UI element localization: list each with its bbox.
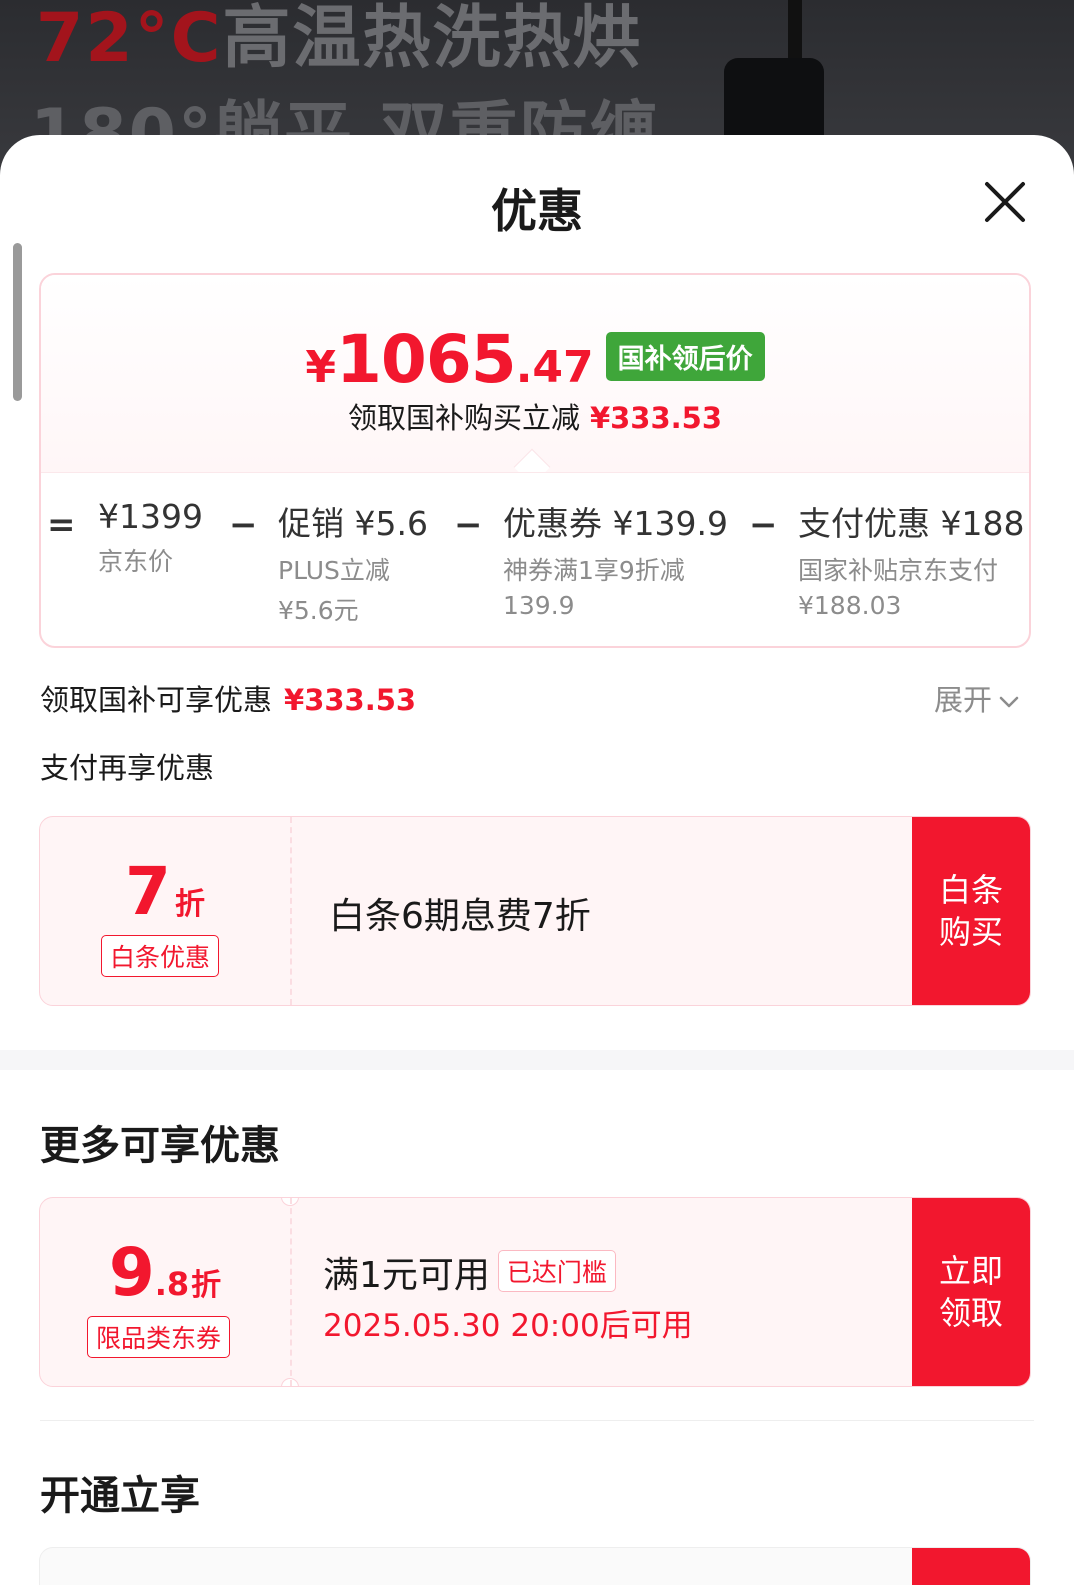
- breakdown-value: 支付优惠 ¥188: [798, 504, 1025, 543]
- breakdown-value: 促销 ¥5.6: [278, 504, 428, 543]
- breakdown-label: 京东价: [98, 547, 174, 576]
- coupon-value-area: 9.8折 限品类东券: [40, 1198, 290, 1386]
- price-summary-card: ¥1065.47 国补领后价 领取国补购买立减 ¥333.53 = ¥1399 京东…: [39, 273, 1031, 648]
- breakdown-label: 神券满1享9折减: [503, 556, 685, 585]
- more-discounts-title: 更多可享优惠: [40, 1123, 280, 1169]
- breakdown-value: 优惠券 ¥139.9: [503, 504, 728, 543]
- scrollbar[interactable]: [13, 243, 22, 401]
- section-divider: [0, 1050, 1074, 1070]
- coupon-badge: 限品类东券: [87, 1316, 231, 1358]
- coupon-description: 白条6期息费7折: [329, 896, 591, 937]
- coupon-value-area: 7折 白条优惠: [40, 817, 290, 1005]
- coupon-title-text: 满1元可用: [323, 1255, 490, 1296]
- price-header: ¥1065.47 国补领后价 领取国补购买立减 ¥333.53: [41, 275, 1029, 472]
- coupon-discount: 7折: [40, 853, 290, 930]
- subsidy-amount: ¥333.53: [284, 683, 417, 717]
- sheet-title: 优惠: [491, 184, 583, 238]
- subsidy-label: 领取国补可享优惠: [40, 683, 273, 717]
- action-label: 立即领取: [938, 1252, 1003, 1332]
- coupon-discount: 9.8折: [40, 1234, 290, 1311]
- coupon-valid-time: 2025.05.30 20:00后可用: [323, 1308, 693, 1344]
- operator-minus: −: [229, 505, 258, 545]
- coupon-badge: 白条优惠: [101, 935, 220, 977]
- membership-section-title: 开通立享: [40, 1473, 200, 1519]
- banner-headline: 72°C高温热洗热烘: [36, 0, 643, 81]
- price-subtitle-label: 领取国补购买立减: [347, 401, 580, 435]
- claim-coupon-button[interactable]: 立即领取: [912, 1198, 1030, 1386]
- coupon-number-decimal: .8: [154, 1265, 190, 1303]
- subsidy-discount-row: 领取国补可享优惠 ¥333.53: [40, 677, 416, 719]
- coupon-unit: 折: [174, 887, 205, 922]
- expand-label: 展开: [934, 683, 993, 717]
- banner-headline-text: 高温热洗热烘: [222, 0, 643, 78]
- price-integer: 1065: [335, 321, 517, 398]
- expand-button[interactable]: 展开: [934, 677, 1020, 719]
- breakdown-value: ¥1399: [98, 497, 203, 536]
- close-icon[interactable]: [980, 177, 1030, 227]
- coupon-separator: [290, 1198, 292, 1386]
- coupon-unit: 折: [191, 1268, 222, 1303]
- coupon-title: 满1元可用 已达门槛: [323, 1246, 616, 1298]
- breakdown-item-coupon: 优惠券 ¥139.9 神券满1享9折减 139.9: [503, 497, 728, 620]
- operator-equals: =: [47, 505, 76, 545]
- final-price: ¥1065.47 国补领后价: [41, 321, 1029, 398]
- membership-offer-card: [39, 1547, 1031, 1585]
- price-breakdown[interactable]: = ¥1399 京东价 − 促销 ¥5.6 PLUS立减 ¥5.6元 − 优惠券…: [41, 497, 1029, 637]
- membership-action-button[interactable]: [912, 1548, 1030, 1585]
- divider: [40, 1420, 1034, 1421]
- threshold-tag: 已达门槛: [497, 1250, 616, 1292]
- price-tag: 国补领后价: [605, 332, 765, 381]
- breakdown-label: PLUS立减: [278, 556, 390, 585]
- coupon-number: 7: [125, 853, 171, 930]
- breakdown-detail: 139.9: [503, 591, 575, 620]
- operator-minus: −: [454, 505, 483, 545]
- operator-minus: −: [749, 505, 778, 545]
- action-label: 白条购买: [938, 871, 1003, 951]
- price-decimal: .47: [515, 342, 594, 393]
- baitiao-coupon-card: 7折 白条优惠 白条6期息费7折 白条购买: [39, 816, 1031, 1006]
- pay-discount-title: 支付再享优惠: [40, 751, 215, 785]
- breakdown-item-payment: 支付优惠 ¥188 国家补贴京东支付 ¥188.03: [798, 497, 1024, 620]
- price-subtitle-amount: ¥333.53: [589, 401, 723, 435]
- banner-temperature: 72°C: [36, 0, 223, 78]
- price-subtitle: 领取国补购买立减 ¥333.53: [41, 395, 1029, 437]
- coupon-number: 9: [108, 1234, 155, 1311]
- divider: [41, 472, 1029, 473]
- coupon-separator: [290, 817, 292, 1005]
- baitiao-buy-button[interactable]: 白条购买: [912, 817, 1030, 1005]
- jd-coupon-card: 9.8折 限品类东券 满1元可用 已达门槛 2025.05.30 20:00后可用…: [39, 1197, 1031, 1387]
- discount-sheet: 优惠 ¥1065.47 国补领后价 领取国补购买立减 ¥333.53 = ¥1399…: [0, 135, 1074, 1585]
- breakdown-label: 国家补贴京东支付: [798, 556, 999, 585]
- breakdown-detail: ¥5.6元: [278, 596, 359, 625]
- price-currency: ¥: [305, 342, 336, 393]
- breakdown-detail: ¥188.03: [798, 591, 902, 620]
- chevron-down-icon: [999, 696, 1019, 708]
- breakdown-item-jd-price: ¥1399 京东价: [98, 497, 203, 578]
- breakdown-item-promotion: 促销 ¥5.6 PLUS立减 ¥5.6元: [278, 497, 428, 627]
- product-image: [720, 0, 830, 150]
